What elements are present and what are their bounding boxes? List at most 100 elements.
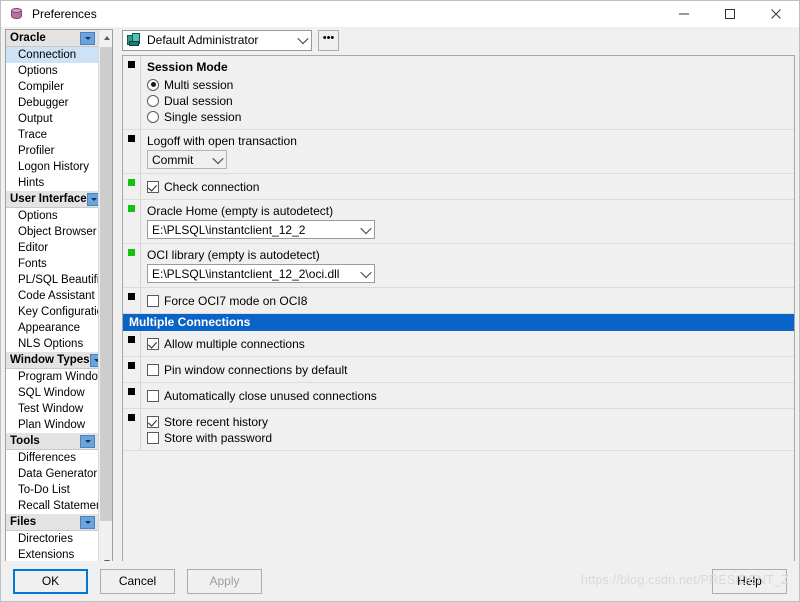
sidebar-group-user-interface[interactable]: User Interface xyxy=(6,191,98,208)
ok-button[interactable]: OK xyxy=(13,568,88,594)
checkbox-auto-close[interactable]: Automatically close unused connections xyxy=(147,388,794,403)
status-marker xyxy=(128,135,135,142)
sidebar-item-label: Options xyxy=(18,210,58,222)
sidebar-item-label: Options xyxy=(18,65,58,77)
sidebar-item-test-window[interactable]: Test Window xyxy=(6,401,98,417)
sidebar-item-label: Profiler xyxy=(18,145,55,157)
section-header-multiple-connections: Multiple Connections xyxy=(123,314,794,331)
sidebar-item-hints[interactable]: Hints xyxy=(6,175,98,191)
checkbox-store-history[interactable]: Store recent history xyxy=(147,414,794,429)
preferences-tree: Oracle Connection Options Compiler Debugger O… xyxy=(5,29,113,571)
chevron-down-icon[interactable] xyxy=(86,192,98,206)
checkbox-icon[interactable] xyxy=(147,431,159,444)
tree-scrollbar[interactable] xyxy=(98,30,112,570)
checkbox-icon[interactable] xyxy=(147,363,159,376)
option-body: Pin window connections by default xyxy=(141,357,794,382)
checkbox-label: Store with password xyxy=(164,430,273,445)
sidebar-item-to-do-list[interactable]: To-Do List xyxy=(6,482,98,498)
option-store-recent-history: Store recent history Store with password xyxy=(123,409,794,451)
radio-icon[interactable] xyxy=(147,78,159,91)
chevron-down-icon[interactable] xyxy=(357,266,374,278)
option-body: Force OCI7 mode on OCI8 xyxy=(141,288,794,313)
sidebar-item-data-generator[interactable]: Data Generator xyxy=(6,466,98,482)
radio-dual-session[interactable]: Dual session xyxy=(147,93,794,108)
maximize-button[interactable] xyxy=(707,1,753,27)
sidebar-item-recall-statement[interactable]: Recall Statement xyxy=(6,498,98,514)
checkbox-force-oci7[interactable]: Force OCI7 mode on OCI8 xyxy=(147,293,794,308)
close-button[interactable] xyxy=(753,1,799,27)
sidebar-item-plan-window[interactable]: Plan Window xyxy=(6,417,98,433)
sidebar-item-options[interactable]: Options xyxy=(6,208,98,224)
sidebar-item-differences[interactable]: Differences xyxy=(6,450,98,466)
sidebar-item-key-configuration[interactable]: Key Configuration xyxy=(6,304,98,320)
minimize-button[interactable] xyxy=(661,1,707,27)
sidebar-item-compiler[interactable]: Compiler xyxy=(6,79,98,95)
sidebar-group-label: Window Types xyxy=(10,354,90,366)
checkbox-icon[interactable] xyxy=(147,180,159,193)
checkbox-label: Force OCI7 mode on OCI8 xyxy=(164,293,308,308)
sidebar-item-object-browser[interactable]: Object Browser xyxy=(6,224,98,240)
profile-options-button[interactable]: ••• xyxy=(318,29,339,51)
checkbox-check-connection[interactable]: Check connection xyxy=(147,179,794,194)
checkbox-icon[interactable] xyxy=(147,415,159,428)
sidebar-item-nls-options[interactable]: NLS Options xyxy=(6,336,98,352)
checkbox-icon[interactable] xyxy=(147,389,159,402)
marker-column xyxy=(123,56,141,129)
sidebar-item-code-assistant[interactable]: Code Assistant xyxy=(6,288,98,304)
scroll-up-button[interactable] xyxy=(99,30,112,46)
sidebar-group-oracle[interactable]: Oracle xyxy=(6,30,98,47)
status-marker xyxy=(128,336,135,343)
sidebar-item-editor[interactable]: Editor xyxy=(6,240,98,256)
profile-toolbar: Default Administrator ••• xyxy=(122,29,795,51)
help-button[interactable]: Help xyxy=(712,568,787,594)
checkbox-icon[interactable] xyxy=(147,294,159,307)
logoff-select[interactable]: Commit xyxy=(147,150,227,169)
chevron-down-icon[interactable] xyxy=(357,222,374,234)
sidebar-item-logon-history[interactable]: Logon History xyxy=(6,159,98,175)
radio-label: Dual session xyxy=(164,93,233,108)
footer-bar: OK Cancel Apply https://blog.csdn.net/PR… xyxy=(1,561,799,601)
sidebar-item-debugger[interactable]: Debugger xyxy=(6,95,98,111)
sidebar-item-label: Directories xyxy=(18,533,73,545)
oracle-home-select[interactable]: E:\PLSQL\instantclient_12_2 xyxy=(147,220,375,239)
sidebar-item-options[interactable]: Options xyxy=(6,63,98,79)
sidebar-item-sql-window[interactable]: SQL Window xyxy=(6,385,98,401)
sidebar-item-output[interactable]: Output xyxy=(6,111,98,127)
chevron-down-icon[interactable] xyxy=(294,32,311,45)
checkbox-store-with-password[interactable]: Store with password xyxy=(147,430,794,445)
chevron-down-icon[interactable] xyxy=(80,515,95,529)
sidebar-item-profiler[interactable]: Profiler xyxy=(6,143,98,159)
sidebar-item-directories[interactable]: Directories xyxy=(6,531,98,547)
sidebar-item-label: Debugger xyxy=(18,97,69,109)
radio-icon[interactable] xyxy=(147,110,159,123)
oci-library-select[interactable]: E:\PLSQL\instantclient_12_2\oci.dll xyxy=(147,264,375,283)
sidebar-item-pl-sql-beautifier[interactable]: PL/SQL Beautifier xyxy=(6,272,98,288)
sidebar-item-appearance[interactable]: Appearance xyxy=(6,320,98,336)
sidebar-item-label: Editor xyxy=(18,242,49,254)
checkbox-icon[interactable] xyxy=(147,337,159,350)
chevron-down-icon[interactable] xyxy=(89,353,98,367)
radio-multi-session[interactable]: Multi session xyxy=(147,77,794,92)
chevron-down-icon[interactable] xyxy=(80,434,95,448)
radio-icon[interactable] xyxy=(147,94,159,107)
sidebar-item-connection[interactable]: Connection xyxy=(6,47,98,63)
cancel-button[interactable]: Cancel xyxy=(100,568,175,594)
logoff-label: Logoff with open transaction xyxy=(147,134,297,148)
marker-column xyxy=(123,130,141,173)
sidebar-item-fonts[interactable]: Fonts xyxy=(6,256,98,272)
radio-single-session[interactable]: Single session xyxy=(147,109,794,124)
sidebar-item-trace[interactable]: Trace xyxy=(6,127,98,143)
scrollbar-thumb[interactable] xyxy=(100,47,112,521)
chevron-down-icon[interactable] xyxy=(80,31,95,45)
sidebar-item-label: Connection xyxy=(18,49,77,61)
sidebar-item-program-window[interactable]: Program Window xyxy=(6,369,98,385)
checkbox-pin-window[interactable]: Pin window connections by default xyxy=(147,362,794,377)
sidebar-item-label: To-Do List xyxy=(18,484,70,496)
sidebar-group-files[interactable]: Files xyxy=(6,514,98,531)
checkbox-allow-multiple[interactable]: Allow multiple connections xyxy=(147,336,794,351)
sidebar-group-window-types[interactable]: Window Types xyxy=(6,352,98,369)
chevron-down-icon[interactable] xyxy=(209,152,226,164)
sidebar-group-tools[interactable]: Tools xyxy=(6,433,98,450)
option-check-connection: Check connection xyxy=(123,174,794,200)
profile-select[interactable]: Default Administrator xyxy=(122,29,312,51)
